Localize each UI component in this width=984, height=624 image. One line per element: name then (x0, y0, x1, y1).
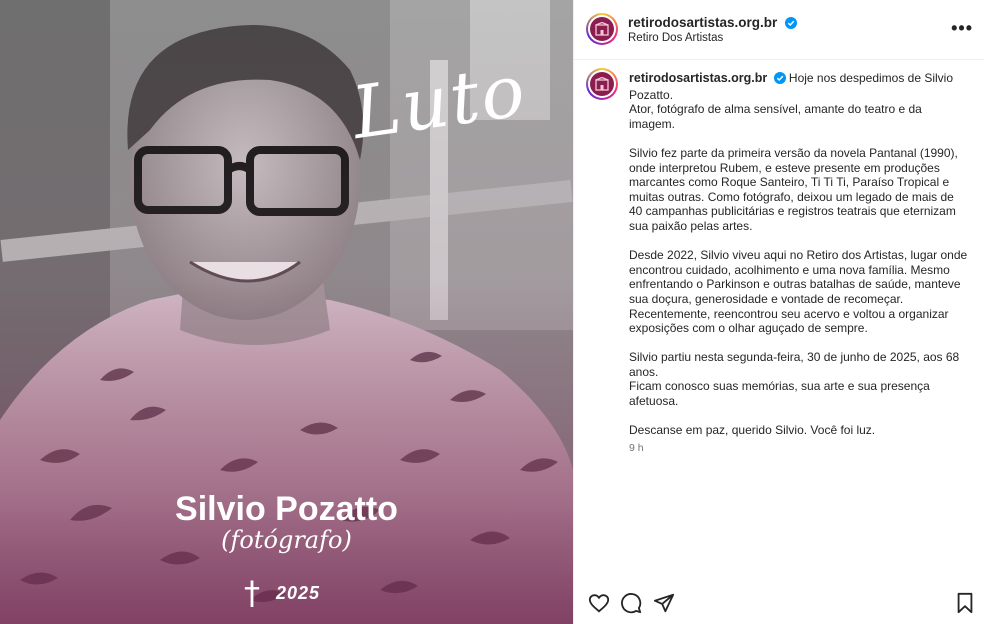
avatar[interactable] (586, 13, 618, 45)
post-timestamp[interactable]: 9 h (629, 441, 969, 456)
year-label: 2025 (276, 583, 321, 603)
post-header: retirodosartistas.org.br Retiro Dos Arti… (574, 0, 984, 60)
caption-avatar[interactable] (586, 68, 618, 100)
header-username[interactable]: retirodosartistas.org.br (628, 15, 777, 30)
cross-icon: † (244, 574, 260, 612)
verified-badge-icon (784, 16, 797, 34)
caption-paragraph-3: Desde 2022, Silvio viveu aqui no Retiro … (629, 248, 968, 336)
action-bar (574, 592, 984, 624)
header-username-line: retirodosartistas.org.br (628, 14, 797, 34)
verified-badge-icon (773, 72, 786, 88)
caption-paragraph-4a: Silvio partiu nesta segunda-feira, 30 de… (629, 350, 960, 379)
caption-paragraph-2: Silvio fez parte da primeira versão da n… (629, 145, 958, 233)
share-icon[interactable] (653, 592, 677, 616)
post-panel: retirodosartistas.org.br Retiro Dos Arti… (573, 0, 984, 624)
more-options-icon[interactable]: ••• (951, 18, 973, 39)
person-name: Silvio Pozatto (175, 490, 398, 528)
post-image[interactable]: Luto Silvio Pozatto (fotógrafo) † 2025 (0, 0, 573, 624)
retiro-logo-icon (590, 72, 614, 96)
comment-icon[interactable] (620, 592, 644, 616)
caption-line-2: Ator, fotógrafo de alma sensível, amante… (629, 102, 922, 131)
caption-username[interactable]: retirodosartistas.org.br (629, 71, 767, 85)
caption-text: retirodosartistas.org.br Hoje nos desped… (629, 71, 969, 455)
caption-paragraph-5: Descanse em paz, querido Silvio. Você fo… (629, 423, 876, 438)
caption-block: retirodosartistas.org.br Hoje nos desped… (574, 60, 984, 580)
bookmark-icon[interactable] (954, 592, 978, 616)
person-role: (fotógrafo) (221, 526, 352, 554)
retiro-logo-icon (590, 17, 614, 41)
heart-icon[interactable] (588, 592, 612, 616)
caption-paragraph-4b: Ficam conosco suas memórias, sua arte e … (629, 379, 930, 409)
header-location[interactable]: Retiro Dos Artistas (628, 32, 723, 44)
